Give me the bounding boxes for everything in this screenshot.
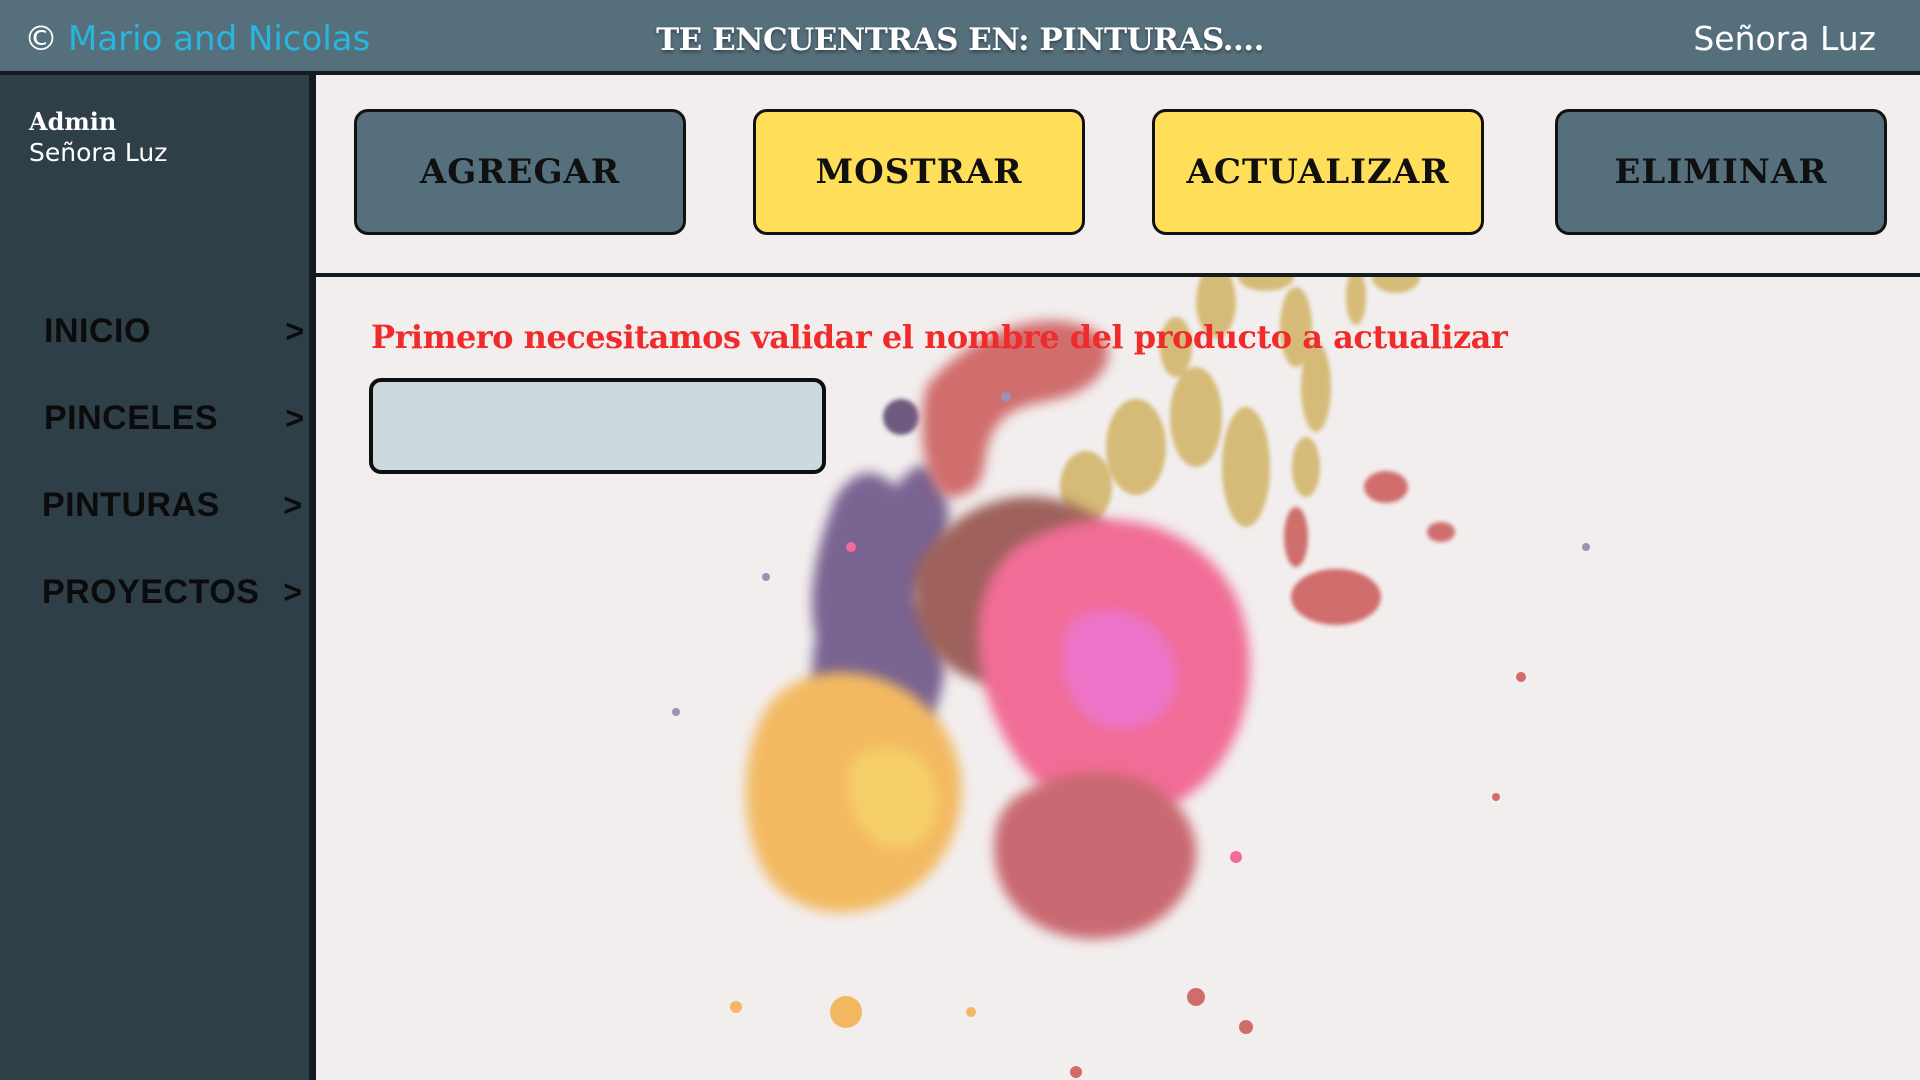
sidebar-user-name: Señora Luz — [29, 138, 168, 167]
sidebar: Admin Señora Luz INICIO > PINCELES > PIN… — [0, 75, 316, 1080]
chevron-right-icon: > — [285, 400, 304, 436]
delete-button[interactable]: ELIMINAR — [1555, 109, 1887, 235]
product-name-input[interactable] — [369, 378, 826, 474]
sidebar-item-pinturas[interactable]: PINTURAS > — [40, 479, 302, 529]
action-bar: AGREGAR MOSTRAR ACTUALIZAR ELIMINAR — [316, 75, 1920, 277]
validation-prompt: Primero necesitamos validar el nombre de… — [371, 318, 1508, 356]
sidebar-item-label: PINTURAS — [42, 486, 220, 524]
sidebar-item-label: PINCELES — [44, 399, 219, 437]
add-button[interactable]: AGREGAR — [354, 109, 686, 235]
user-role: Admin — [29, 107, 117, 136]
header-user-name: Señora Luz — [1693, 19, 1876, 58]
sidebar-item-proyectos[interactable]: PROYECTOS > — [40, 566, 302, 616]
show-button[interactable]: MOSTRAR — [753, 109, 1085, 235]
page-location-title: TE ENCUENTRAS EN: PINTURAS.... — [656, 22, 1264, 58]
top-bar: © Mario and Nicolas TE ENCUENTRAS EN: PIN… — [0, 0, 1920, 75]
sidebar-item-inicio[interactable]: INICIO > — [42, 305, 304, 355]
sidebar-item-label: PROYECTOS — [42, 573, 260, 611]
chevron-right-icon: > — [283, 574, 302, 610]
main-content: Primero necesitamos validar el nombre de… — [316, 277, 1920, 1080]
chevron-right-icon: > — [283, 487, 302, 523]
sidebar-item-label: INICIO — [44, 312, 151, 350]
update-button[interactable]: ACTUALIZAR — [1152, 109, 1484, 235]
sidebar-item-pinceles[interactable]: PINCELES > — [42, 392, 304, 442]
chevron-right-icon: > — [285, 313, 304, 349]
